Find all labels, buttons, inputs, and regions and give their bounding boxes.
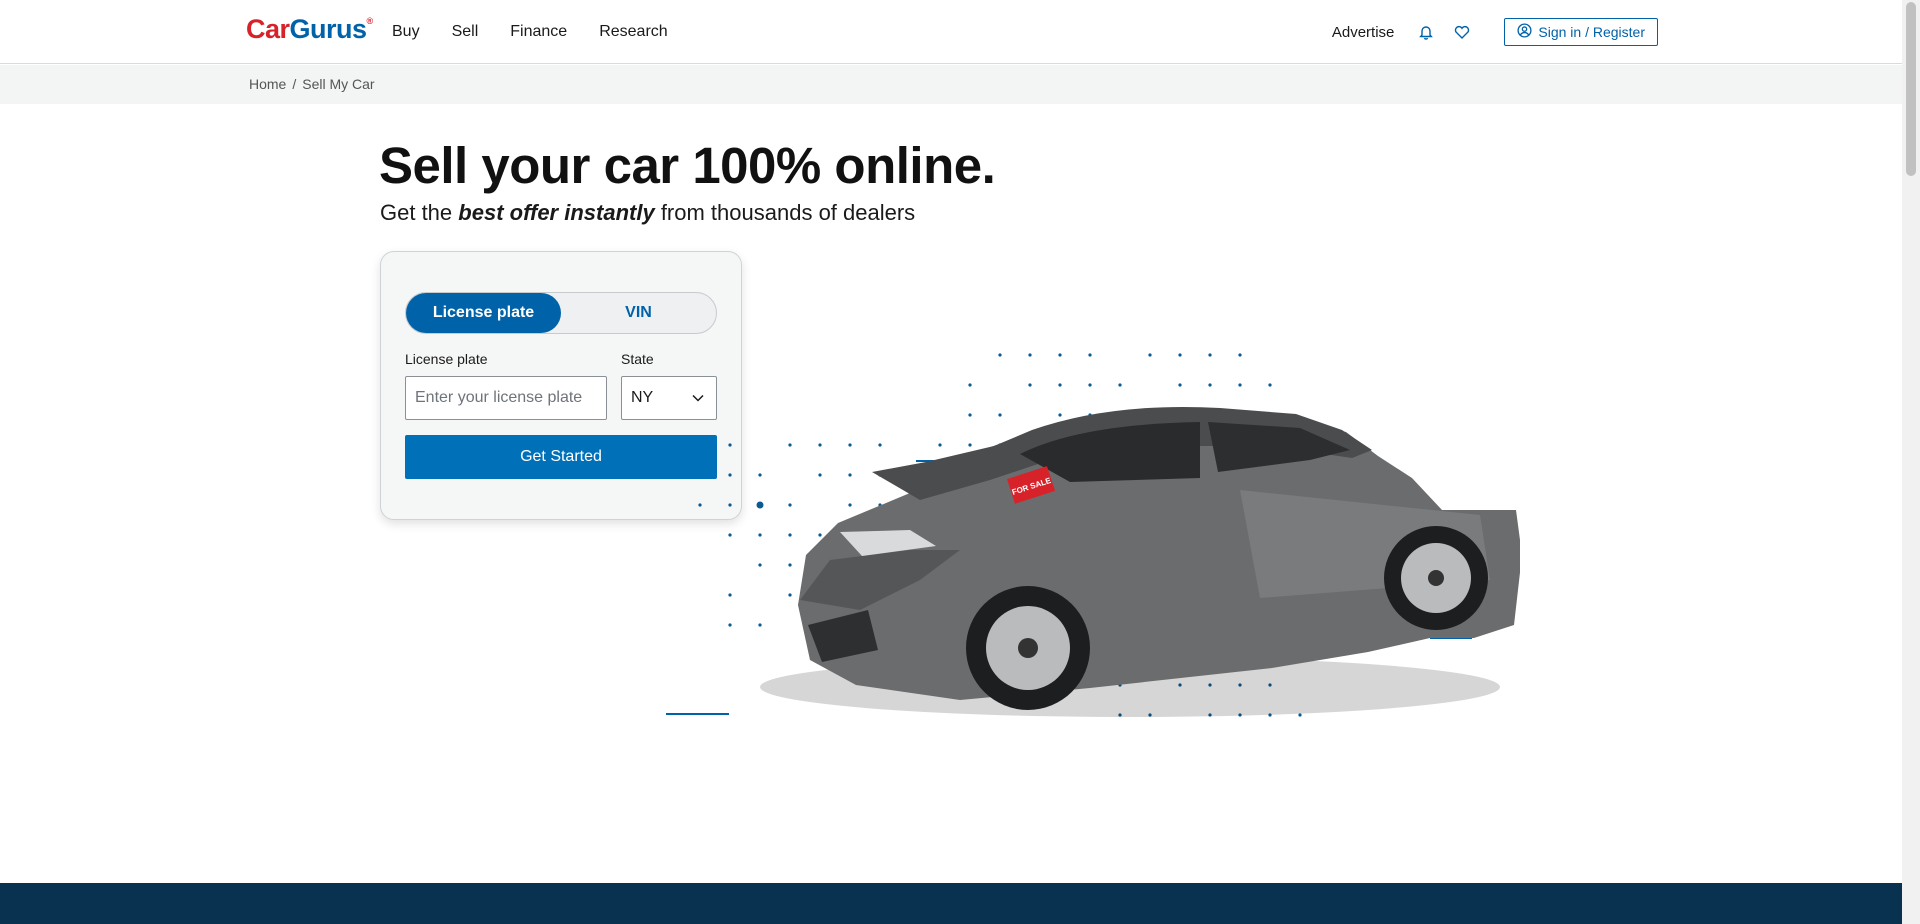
decor-dot [878,443,882,447]
decor-dot [758,563,762,567]
decor-dot [758,623,762,627]
breadcrumb-bar: Home / Sell My Car [0,65,1902,104]
decor-dot [1238,353,1242,357]
decor-dot [968,443,972,447]
sign-in-label: Sign in / Register [1538,24,1645,40]
decor-dot [1268,383,1272,387]
breadcrumb-home[interactable]: Home [249,76,286,92]
decor-dot [848,503,852,507]
decor-dot [728,473,732,477]
decor-dot [698,503,702,507]
decor-dot [848,443,852,447]
nav-finance[interactable]: Finance [510,23,567,41]
decor-dot [1028,383,1032,387]
decor-dot [998,353,1002,357]
sign-in-register-button[interactable]: Sign in / Register [1504,18,1658,46]
decor-dot [1028,353,1032,357]
decor-dot [818,443,822,447]
decor-dot [938,443,942,447]
nav-research[interactable]: Research [599,23,667,41]
decor-dot [1298,713,1302,717]
decor-dot [1148,353,1152,357]
page-scrollbar[interactable] [1902,0,1920,924]
state-label: State [621,351,654,367]
hero-subtitle-end: from thousands of dealers [654,200,916,225]
decor-dot [998,413,1002,417]
header-actions: Advertise Sign in / Register [1332,0,1658,64]
advertise-link[interactable]: Advertise [1332,24,1395,41]
decor-dot [1088,353,1092,357]
decor-dot [848,473,852,477]
decor-dot [818,533,822,537]
cargurus-logo[interactable]: CarGurus® [246,14,373,45]
heart-icon[interactable] [1450,20,1474,44]
decor-dot [788,503,792,507]
decor-dot [728,443,732,447]
lookup-type-toggle: License plate VIN [405,292,717,334]
decor-dot [728,503,732,507]
decor-dot [1208,383,1212,387]
decor-dot [1178,383,1182,387]
tab-vin[interactable]: VIN [561,293,716,333]
breadcrumb-current: Sell My Car [302,76,375,92]
nav-buy[interactable]: Buy [392,23,420,41]
decor-dot [788,533,792,537]
decor-dot [1058,413,1062,417]
decor-dot [728,593,732,597]
decor-dot [1058,383,1062,387]
page-title: Sell your car 100% online. [379,137,996,194]
breadcrumb: Home / Sell My Car [249,76,375,92]
decor-dot [1118,383,1122,387]
car-image: FOR SALE [798,406,1520,710]
decor-dot [1178,353,1182,357]
tab-license-plate[interactable]: License plate [406,293,561,333]
nav-sell[interactable]: Sell [452,23,479,41]
main-nav: Buy Sell Finance Research [392,0,700,64]
decor-dot [818,473,822,477]
logo-registered-mark: ® [366,16,374,26]
hero-subtitle: Get the best offer instantly from thousa… [380,200,915,226]
license-plate-input[interactable] [405,376,607,420]
hero-subtitle-start: Get the [380,200,459,225]
decor-dot [728,533,732,537]
license-plate-label: License plate [405,351,488,367]
user-circle-icon [1517,23,1532,41]
decor-dot [1238,383,1242,387]
decor-dot [756,501,764,509]
decor-dot [758,473,762,477]
logo-text-gurus: Gurus [289,14,368,44]
logo-text-car: Car [246,14,290,44]
scrollbar-thumb[interactable] [1906,2,1916,176]
bell-icon[interactable] [1414,20,1438,44]
decor-dot [1208,353,1212,357]
decor-dot [968,413,972,417]
decor-dot [1088,383,1092,387]
decor-dot [728,623,732,627]
site-header: CarGurus® Buy Sell Finance Research Adve… [0,0,1902,64]
decor-dot [1058,353,1062,357]
decor-dot [788,443,792,447]
hero-subtitle-emphasis: best offer instantly [458,200,655,225]
footer-band [0,883,1902,924]
hero-car-illustration: FOR SALE [666,353,1520,717]
decor-dot [758,533,762,537]
decor-dot [968,383,972,387]
breadcrumb-separator: / [292,76,297,92]
decor-dot [788,563,792,567]
state-value: NY [631,389,654,406]
decor-dot [788,593,792,597]
